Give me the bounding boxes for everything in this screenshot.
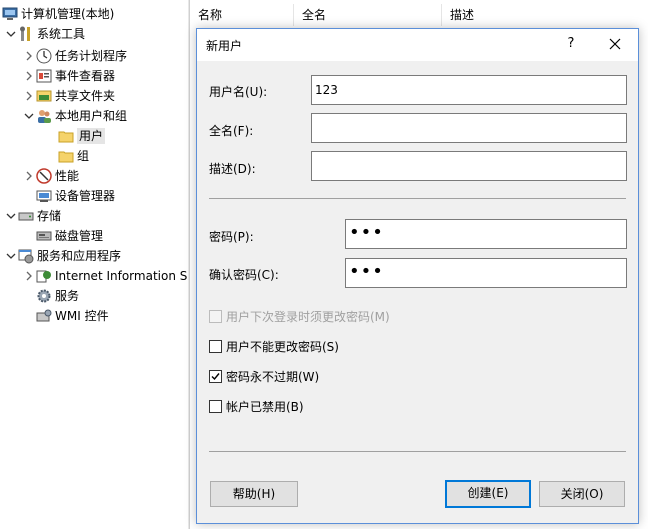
tools-icon bbox=[18, 26, 34, 42]
checkbox-cannot-change-password[interactable]: 用户不能更改密码(S) bbox=[209, 337, 339, 355]
tree-item-label: 磁盘管理 bbox=[55, 229, 104, 243]
performance-icon bbox=[36, 168, 52, 184]
chevron-right-icon[interactable] bbox=[22, 46, 36, 66]
checkbox-account-disabled[interactable]: 帐户已禁用(B) bbox=[209, 397, 304, 415]
checkbox-must-change-password: 用户下次登录时须更改密码(M) bbox=[209, 307, 390, 325]
description-label: 描述(D): bbox=[209, 162, 256, 176]
tree-item-system-tools[interactable]: 系统工具 bbox=[4, 24, 85, 44]
tree-item-groups[interactable]: 组 bbox=[58, 146, 89, 166]
tree-item-label: 用户 bbox=[77, 128, 106, 144]
description-input[interactable] bbox=[311, 151, 627, 181]
tree-item-label: 存储 bbox=[37, 209, 62, 223]
checkbox-password-never-expires[interactable]: 密码永不过期(W) bbox=[209, 367, 319, 385]
chevron-down-icon[interactable] bbox=[4, 246, 18, 266]
disk-icon bbox=[36, 228, 52, 244]
confirm-password-label: 确认密码(C): bbox=[209, 268, 279, 282]
column-header-name[interactable]: 名称 bbox=[190, 4, 294, 26]
tree-item-label: 事件查看器 bbox=[55, 69, 116, 83]
users-icon bbox=[36, 108, 52, 124]
checkbox-label: 密码永不过期(W) bbox=[226, 369, 320, 384]
fullname-label: 全名(F): bbox=[209, 124, 254, 138]
checkbox-box[interactable] bbox=[209, 339, 222, 353]
dialog-title: 新用户 bbox=[206, 39, 243, 53]
create-button[interactable]: 创建(E) bbox=[445, 480, 531, 508]
device-manager-icon bbox=[36, 188, 52, 204]
password-label: 密码(P): bbox=[209, 230, 254, 244]
checkbox-label: 帐户已禁用(B) bbox=[226, 399, 304, 414]
wmi-icon bbox=[36, 308, 52, 324]
fullname-input[interactable] bbox=[311, 113, 627, 143]
new-user-dialog: 新用户 ? 用户名(U): 123 全名(F): 描述(D): 密码(P): •… bbox=[196, 28, 639, 524]
tree-item-local-users-groups[interactable]: 本地用户和组 bbox=[22, 106, 127, 126]
storage-icon bbox=[18, 208, 34, 224]
tree-item-label: 服务 bbox=[55, 289, 80, 303]
tree-item-label: 性能 bbox=[55, 169, 80, 183]
list-header: 名称 全名 描述 bbox=[190, 4, 648, 26]
tree-item-label: 本地用户和组 bbox=[55, 109, 128, 123]
tree-item-label: WMI 控件 bbox=[55, 309, 109, 323]
tree-item-label: 任务计划程序 bbox=[55, 49, 128, 63]
tree-item-label: 计算机管理(本地) bbox=[21, 7, 115, 21]
column-header-description[interactable]: 描述 bbox=[442, 4, 648, 26]
chevron-right-icon[interactable] bbox=[22, 66, 36, 86]
tree-item-shared-folders[interactable]: 共享文件夹 bbox=[22, 86, 115, 106]
password-input[interactable]: ••• bbox=[345, 219, 627, 249]
tree-item-device-manager[interactable]: 设备管理器 bbox=[36, 186, 115, 206]
tree-item-event-viewer[interactable]: 事件查看器 bbox=[22, 66, 115, 86]
tree-item-label: 共享文件夹 bbox=[55, 89, 116, 103]
tree-item-root[interactable]: 计算机管理(本地) bbox=[2, 4, 114, 24]
navigation-tree: 计算机管理(本地) 系统工具 任务计划程序 事件查看器 共享文件夹 本地用户和组… bbox=[0, 0, 188, 529]
separator bbox=[209, 451, 626, 452]
tree-item-wmi-control[interactable]: WMI 控件 bbox=[36, 306, 109, 326]
help-icon[interactable]: ? bbox=[561, 33, 581, 55]
username-label: 用户名(U): bbox=[209, 85, 268, 99]
tree-item-users[interactable]: 用户 bbox=[58, 126, 106, 146]
tree-item-performance[interactable]: 性能 bbox=[22, 166, 79, 186]
dialog-titlebar[interactable]: 新用户 ? bbox=[197, 29, 638, 61]
services-apps-icon bbox=[18, 248, 34, 264]
tree-item-services[interactable]: 服务 bbox=[36, 286, 79, 306]
event-viewer-icon bbox=[36, 68, 52, 84]
help-button[interactable]: 帮助(H) bbox=[210, 481, 298, 507]
chevron-down-icon[interactable] bbox=[4, 206, 18, 226]
tree-item-label: 设备管理器 bbox=[55, 189, 116, 203]
iis-icon bbox=[36, 268, 52, 284]
tree-item-storage[interactable]: 存储 bbox=[4, 206, 61, 226]
chevron-down-icon[interactable] bbox=[4, 24, 18, 44]
tree-item-task-scheduler[interactable]: 任务计划程序 bbox=[22, 46, 127, 66]
tree-item-services-applications[interactable]: 服务和应用程序 bbox=[4, 246, 121, 266]
gear-icon bbox=[36, 288, 52, 304]
checkmark-icon bbox=[211, 372, 220, 380]
chevron-right-icon[interactable] bbox=[22, 266, 36, 286]
separator bbox=[209, 198, 626, 199]
folder-icon bbox=[58, 148, 74, 164]
checkbox-box[interactable] bbox=[209, 399, 222, 413]
tree-item-disk-management[interactable]: 磁盘管理 bbox=[36, 226, 103, 246]
computer-management-icon bbox=[2, 6, 18, 22]
chevron-right-icon[interactable] bbox=[22, 166, 36, 186]
username-input[interactable]: 123 bbox=[311, 75, 627, 105]
tree-item-label: Internet Information S bbox=[55, 269, 188, 283]
clock-icon bbox=[36, 48, 52, 64]
close-icon[interactable] bbox=[597, 31, 633, 57]
chevron-down-icon[interactable] bbox=[22, 106, 36, 126]
tree-item-label: 组 bbox=[77, 149, 90, 163]
tree-item-label: 服务和应用程序 bbox=[37, 249, 122, 263]
confirm-password-input[interactable]: ••• bbox=[345, 258, 627, 288]
tree-item-label: 系统工具 bbox=[37, 27, 86, 41]
column-header-fullname[interactable]: 全名 bbox=[294, 4, 442, 26]
chevron-right-icon[interactable] bbox=[22, 86, 36, 106]
shared-folder-icon bbox=[36, 88, 52, 104]
checkbox-box[interactable] bbox=[209, 369, 222, 383]
checkbox-label: 用户下次登录时须更改密码(M) bbox=[226, 309, 390, 324]
checkbox-box bbox=[209, 309, 222, 323]
checkbox-label: 用户不能更改密码(S) bbox=[226, 339, 339, 354]
folder-icon bbox=[58, 128, 74, 144]
tree-item-iis[interactable]: Internet Information S bbox=[22, 266, 187, 286]
close-button[interactable]: 关闭(O) bbox=[539, 481, 625, 507]
